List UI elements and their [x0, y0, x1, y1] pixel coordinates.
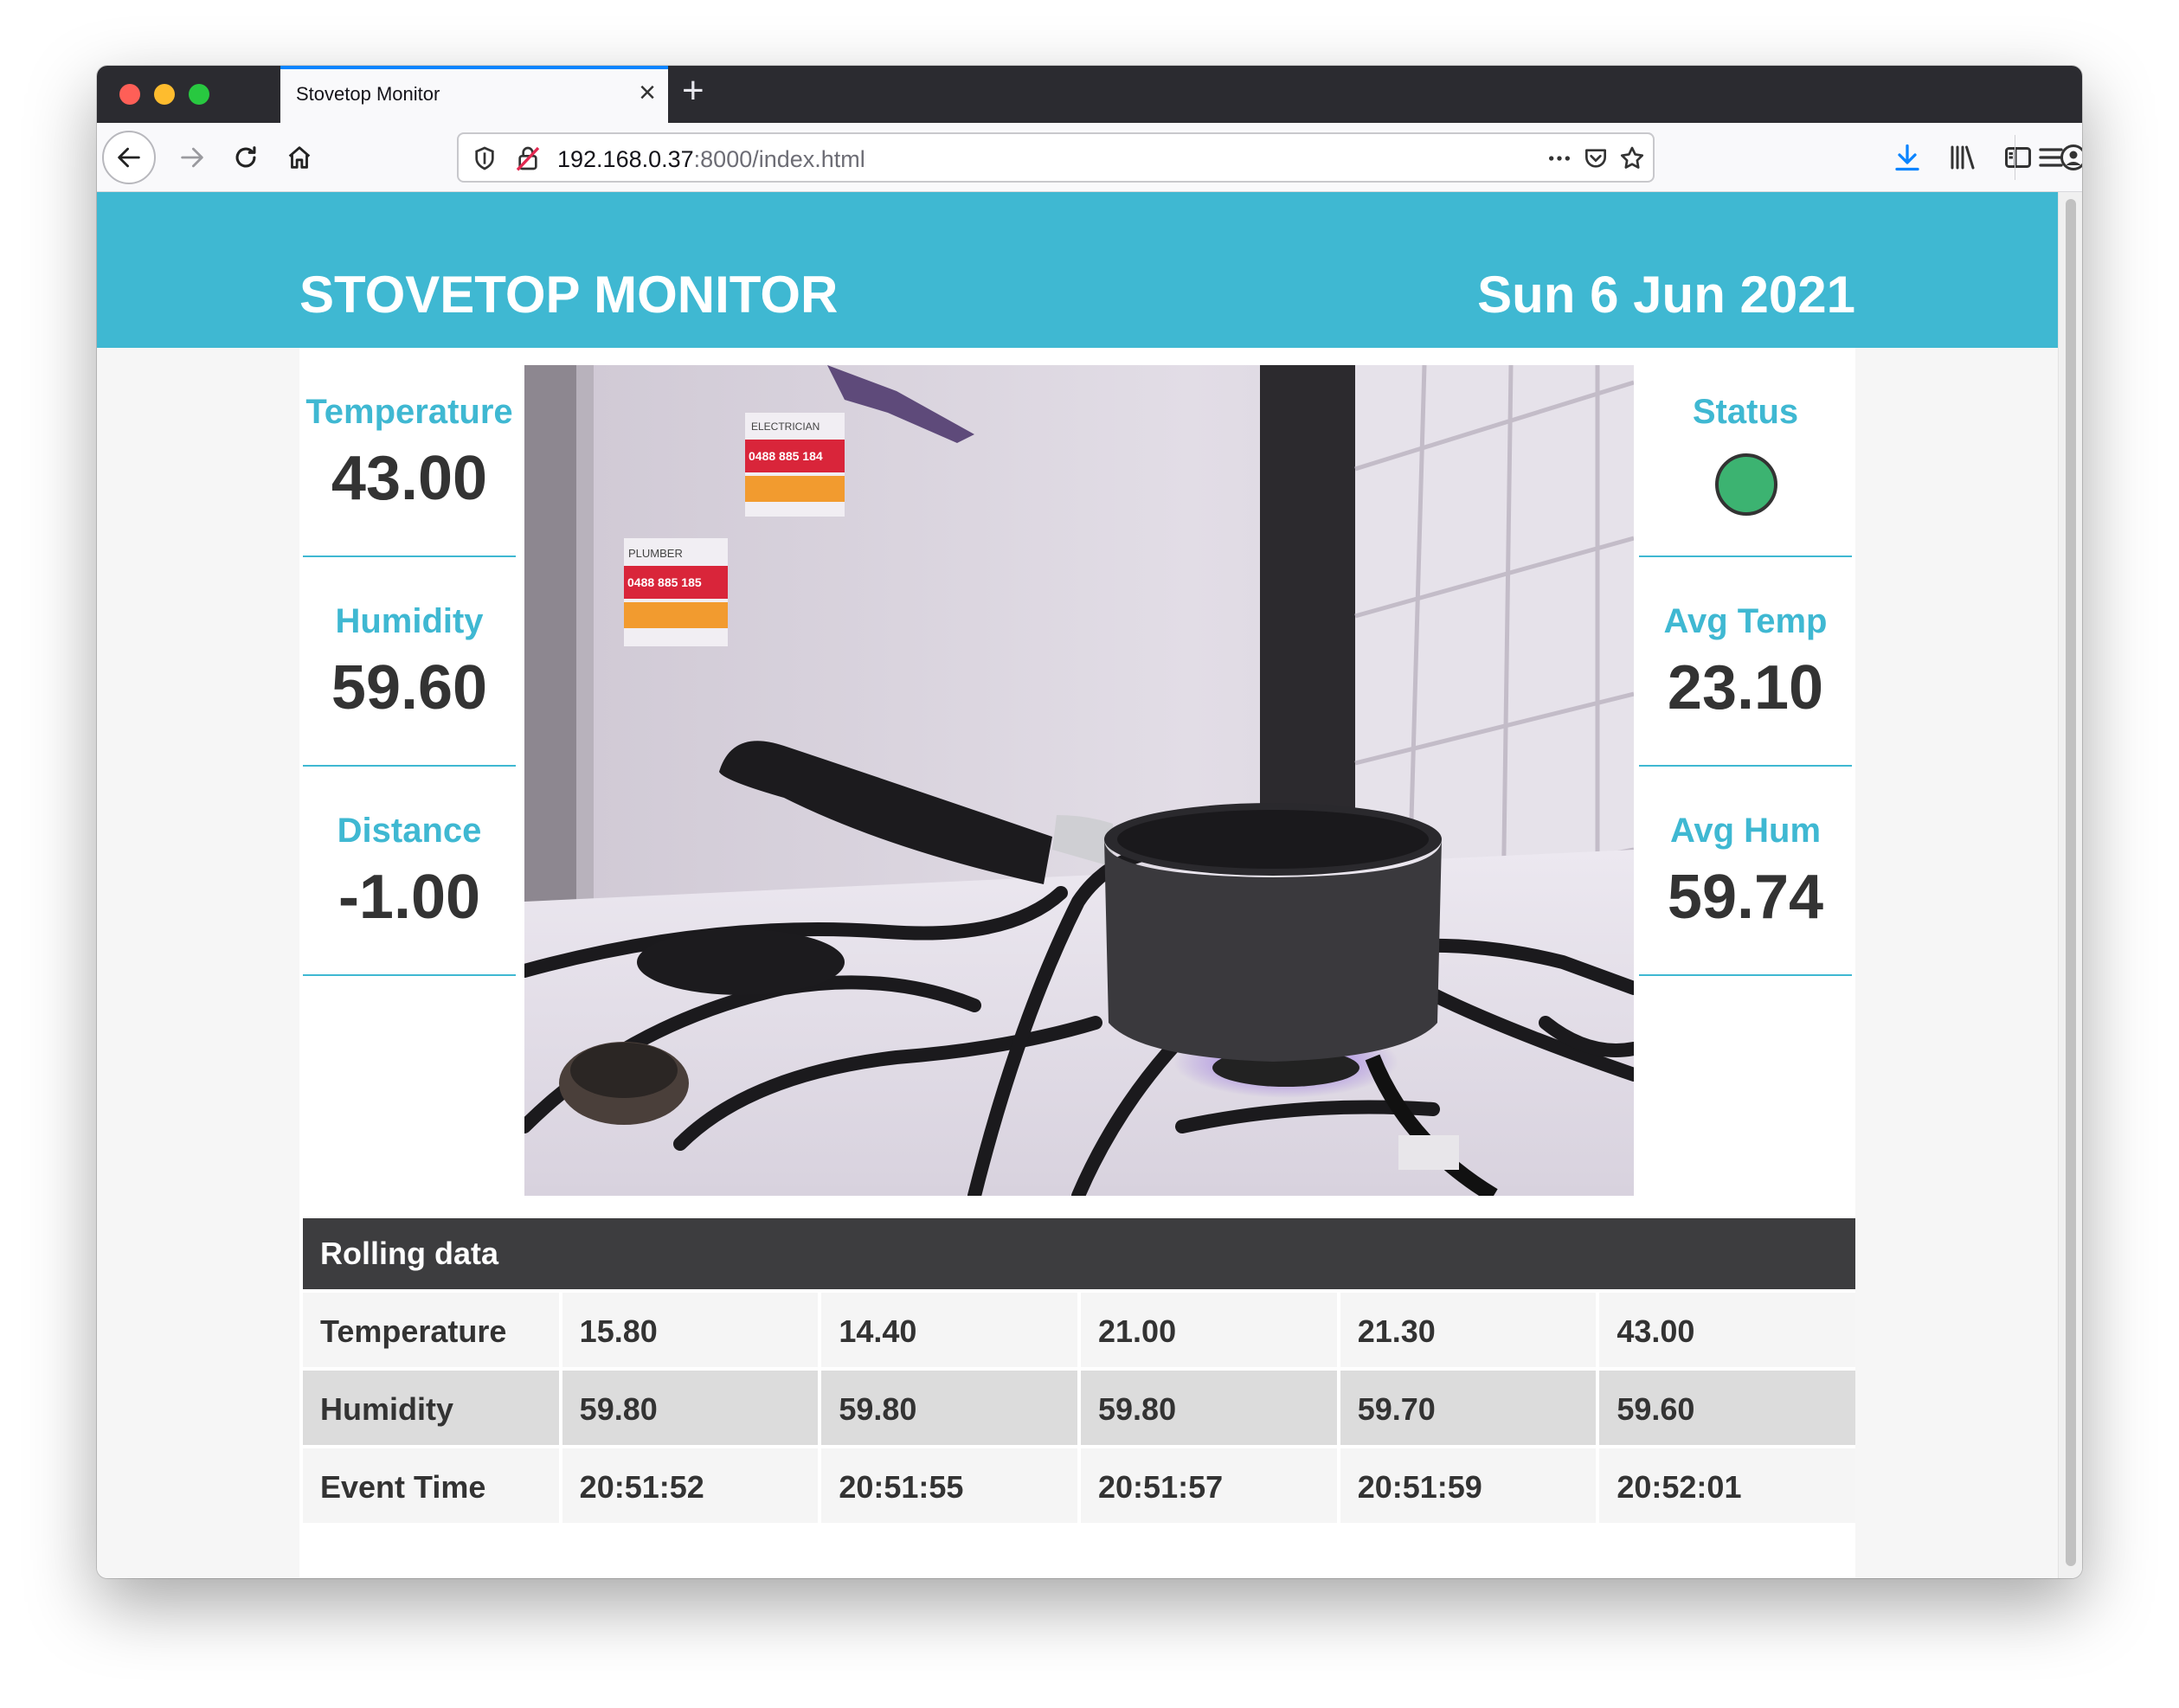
row-label: Event Time: [303, 1448, 559, 1523]
electrician-sticker: ELECTRICIAN 0488 885 184: [745, 413, 845, 517]
stat-avg-temp: Avg Temp 23.10: [1639, 557, 1852, 767]
url-path: :8000/index.html: [693, 146, 865, 172]
stat-label: Avg Hum: [1669, 812, 1822, 850]
stat-status: Status: [1639, 348, 1852, 557]
vertical-scrollbar[interactable]: [2058, 192, 2082, 1578]
stat-avg-hum: Avg Hum 59.74: [1639, 767, 1852, 976]
table-cell: 59.80: [821, 1371, 1078, 1445]
stat-temperature: Temperature 43.00: [303, 348, 516, 557]
camera-feed-image: ELECTRICIAN 0488 885 184 PLUMBER 0488 88…: [524, 365, 1634, 1196]
table-cell: 59.80: [562, 1371, 819, 1445]
stat-humidity: Humidity 59.60: [303, 557, 516, 767]
sticker-phone: 0488 885 184: [749, 449, 823, 463]
table-cell: 21.00: [1081, 1293, 1337, 1367]
stat-value: 59.60: [331, 653, 488, 722]
pocket-icon[interactable]: [1582, 144, 1610, 172]
tab-close-icon[interactable]: ×: [639, 76, 656, 110]
table-cell: 15.80: [562, 1293, 819, 1367]
table-row: Humidity 59.80 59.80 59.80 59.70 59.60: [303, 1371, 1856, 1445]
reload-button[interactable]: [222, 133, 270, 182]
page-date: Sun 6 Jun 2021: [1477, 266, 1855, 324]
stat-value: -1.00: [337, 863, 481, 932]
table-cell: 59.70: [1340, 1371, 1597, 1445]
sidebar-icon[interactable]: [2002, 142, 2034, 173]
stat-distance: Distance -1.00: [303, 767, 516, 976]
stat-value: 23.10: [1667, 653, 1824, 722]
maximize-window-button[interactable]: [189, 84, 209, 105]
sticker-phone: 0488 885 185: [627, 575, 702, 589]
url-text[interactable]: 192.168.0.37:8000/index.html: [557, 146, 865, 173]
table-cell: 20:51:52: [562, 1448, 819, 1523]
forward-button[interactable]: [168, 133, 216, 182]
dashboard-card: Temperature 43.00 Humidity 59.60 Distanc…: [299, 348, 1856, 1578]
downloads-icon[interactable]: [1892, 142, 1923, 173]
bookmark-star-icon[interactable]: [1618, 144, 1646, 172]
table-cell: 20:51:59: [1340, 1448, 1597, 1523]
table-cell: 20:51:55: [821, 1448, 1078, 1523]
library-icon[interactable]: [1947, 142, 1978, 173]
table-row: Event Time 20:51:52 20:51:55 20:51:57 20…: [303, 1448, 1856, 1523]
back-button[interactable]: [102, 131, 156, 184]
more-actions-icon[interactable]: [1546, 144, 1573, 172]
table-row: Temperature 15.80 14.40 21.00 21.30 43.0…: [303, 1293, 1856, 1367]
new-tab-button[interactable]: +: [682, 69, 704, 112]
tab-bar: Stovetop Monitor × +: [97, 66, 2082, 123]
shield-icon[interactable]: [471, 144, 498, 172]
stat-label: Status: [1692, 393, 1799, 431]
table-cell: 20:52:01: [1599, 1448, 1856, 1523]
stovetop-camera-picture: ELECTRICIAN 0488 885 184 PLUMBER 0488 88…: [524, 365, 1634, 1196]
menu-icon[interactable]: [2035, 142, 2067, 173]
plumber-sticker: PLUMBER 0488 885 185: [624, 538, 728, 646]
row-label: Humidity: [303, 1371, 559, 1445]
page-title: STOVETOP MONITOR: [299, 266, 839, 324]
address-bar[interactable]: 192.168.0.37:8000/index.html: [457, 132, 1655, 183]
stat-label: Distance: [337, 812, 482, 850]
row-label: Temperature: [303, 1293, 559, 1367]
browser-window: Stovetop Monitor × + 192.168.0.37:8000/i…: [97, 66, 2082, 1578]
table-cell: 21.30: [1340, 1293, 1597, 1367]
table-cell: 59.80: [1081, 1371, 1337, 1445]
rolling-data-table: Rolling data Temperature 15.80 14.40 21.…: [303, 1218, 1856, 1523]
sticker-title: PLUMBER: [628, 547, 683, 560]
arrow-left-icon: [118, 147, 140, 168]
home-button[interactable]: [275, 133, 324, 182]
navigation-toolbar: 192.168.0.37:8000/index.html: [97, 123, 2082, 192]
table-header: Rolling data: [303, 1218, 1855, 1289]
url-host: 192.168.0.37: [557, 146, 694, 172]
sticker-title: ELECTRICIAN: [751, 421, 820, 433]
table-cell: 14.40: [821, 1293, 1078, 1367]
table-cell: 20:51:57: [1081, 1448, 1337, 1523]
table-cell: 59.60: [1599, 1371, 1856, 1445]
stat-label: Humidity: [335, 602, 484, 640]
table-cell: 43.00: [1599, 1293, 1856, 1367]
status-indicator: [1715, 453, 1777, 516]
home-icon: [288, 146, 311, 169]
stat-value: 43.00: [331, 444, 488, 513]
page-content: STOVETOP MONITOR Sun 6 Jun 2021 Temperat…: [97, 192, 2058, 1578]
stat-value: 59.74: [1667, 863, 1824, 932]
header-band: STOVETOP MONITOR Sun 6 Jun 2021: [97, 192, 2058, 348]
tab-title: Stovetop Monitor: [296, 83, 440, 105]
insecure-lock-icon[interactable]: [514, 144, 542, 172]
scrollbar-thumb[interactable]: [2066, 199, 2076, 1566]
arrow-right-icon: [181, 147, 203, 168]
browser-tab[interactable]: Stovetop Monitor ×: [280, 66, 668, 123]
close-window-button[interactable]: [119, 84, 140, 105]
reload-icon: [235, 146, 256, 168]
stat-label: Avg Temp: [1663, 602, 1828, 640]
minimize-window-button[interactable]: [154, 84, 175, 105]
stat-label: Temperature: [305, 393, 513, 431]
